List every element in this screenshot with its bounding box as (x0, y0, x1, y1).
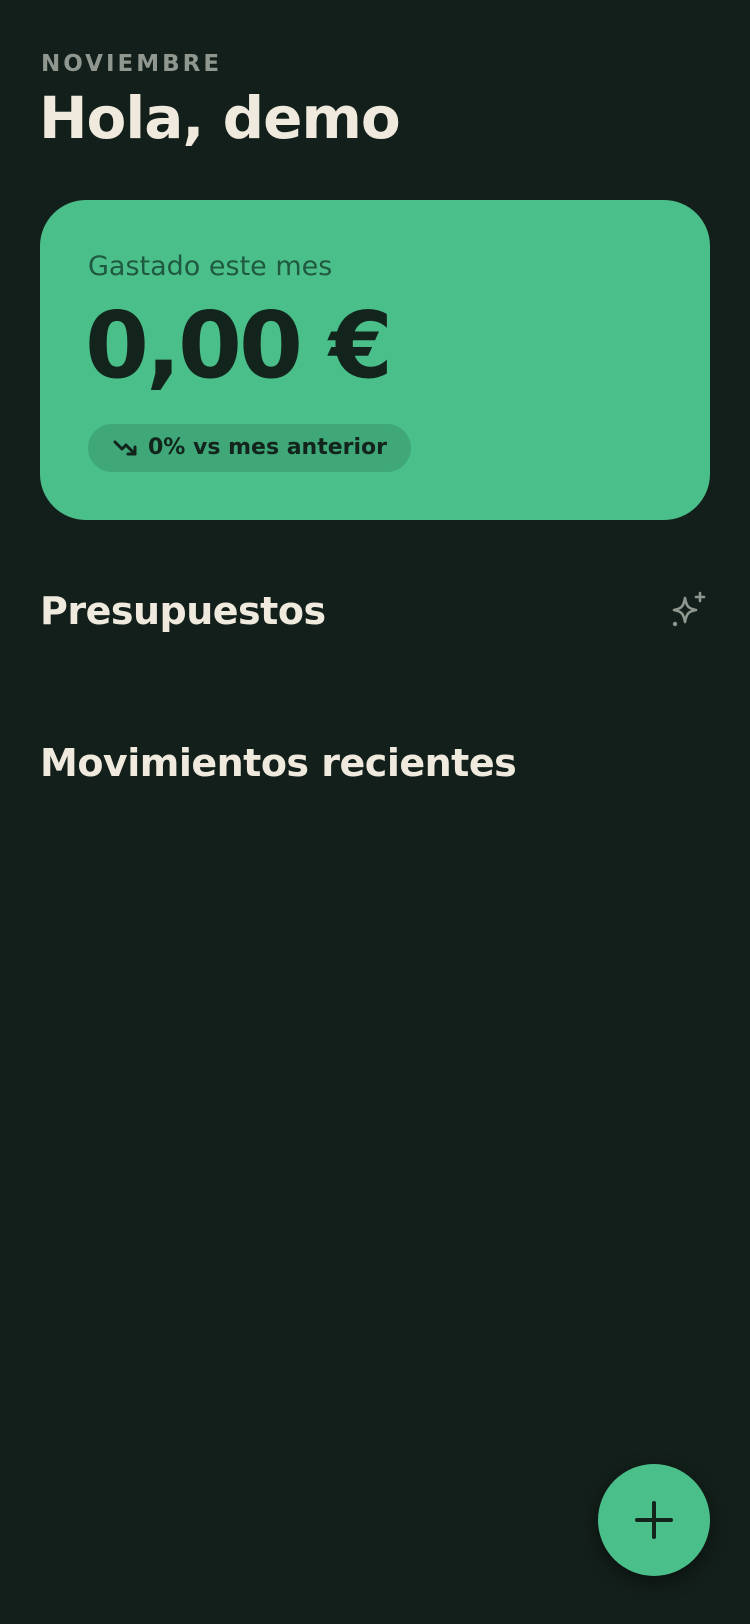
recent-movements-title: Movimientos recientes (40, 741, 517, 785)
trend-text: 0% vs mes anterior (148, 435, 388, 460)
trend-badge: 0% vs mes anterior (88, 424, 412, 472)
add-movement-button[interactable] (598, 1464, 710, 1576)
month-label: NOVIEMBRE (41, 51, 223, 77)
budgets-ai-button[interactable] (664, 588, 712, 636)
sparkles-icon (672, 591, 706, 627)
greeting-title: Hola, demo (39, 84, 401, 152)
home-screen: NOVIEMBRE Hola, demo Gastado este mes 0,… (0, 0, 750, 1624)
trending-down-icon (113, 440, 137, 456)
spent-amount: 0,00 € (85, 292, 393, 399)
spent-label: Gastado este mes (88, 251, 333, 282)
monthly-spending-card[interactable]: Gastado este mes 0,00 € 0% vs mes anteri… (40, 200, 710, 520)
budgets-section-title: Presupuestos (40, 589, 326, 633)
plus-icon (635, 1501, 673, 1539)
